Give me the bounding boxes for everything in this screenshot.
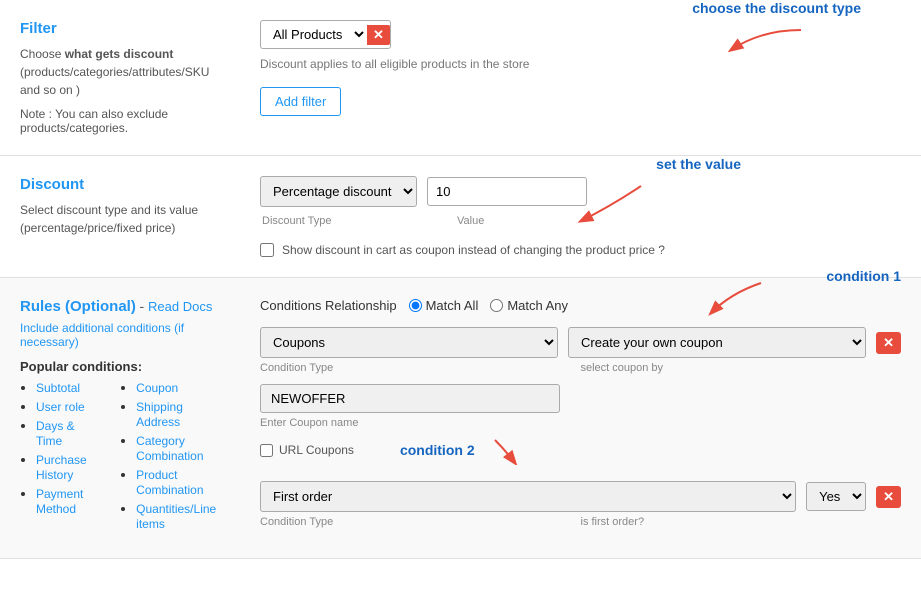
- match-all-label[interactable]: Match All: [409, 298, 479, 313]
- read-docs-link[interactable]: Read Docs: [148, 299, 212, 314]
- popular-col-2: Coupon Shipping Address Category Combina…: [120, 380, 220, 535]
- category-combination-link[interactable]: Category Combination: [136, 434, 203, 463]
- condition1-type-label: Condition Type: [260, 362, 581, 374]
- condition2-value-select[interactable]: Yes: [806, 482, 866, 511]
- discount-value-input[interactable]: [427, 177, 587, 206]
- filter-title: Filter: [20, 20, 220, 37]
- condition2-row: First order Yes ✕: [260, 481, 901, 512]
- filter-label-area: Filter Choose what gets discount (produc…: [0, 20, 240, 135]
- condition1-type-select[interactable]: Coupons: [260, 327, 558, 358]
- url-coupon-checkbox[interactable]: [260, 444, 273, 457]
- product-combination-link[interactable]: Product Combination: [136, 468, 203, 497]
- condition1-by-select[interactable]: Create your own coupon: [568, 327, 866, 358]
- rules-content: condition 1 Conditions Relationship Matc…: [240, 298, 921, 538]
- list-item: Days & Time: [36, 418, 100, 448]
- show-as-coupon-row: Show discount in cart as coupon instead …: [260, 243, 901, 257]
- add-filter-button[interactable]: Add filter: [260, 87, 341, 116]
- list-item: User role: [36, 399, 100, 414]
- discount-value-label: Value: [457, 215, 484, 227]
- arrow-condition2: [485, 435, 545, 465]
- all-products-select-wrapper: All Products ✕: [260, 20, 391, 49]
- filter-note: Note : You can also exclude products/cat…: [20, 107, 220, 135]
- show-as-coupon-label: Show discount in cart as coupon instead …: [282, 243, 665, 257]
- user-role-link[interactable]: User role: [36, 400, 85, 414]
- enter-coupon-label: Enter Coupon name: [260, 417, 901, 429]
- list-item: Purchase History: [36, 452, 100, 482]
- condition2-type-select[interactable]: First order: [260, 481, 796, 512]
- url-coupon-row: URL Coupons condition 2: [260, 435, 901, 465]
- condition2-remove-button[interactable]: ✕: [876, 486, 901, 508]
- list-item: Category Combination: [136, 433, 220, 463]
- list-item: Payment Method: [36, 486, 100, 516]
- popular-conditions-grid: Subtotal User role Days & Time Purchase …: [20, 380, 220, 535]
- days-time-link[interactable]: Days & Time: [36, 419, 75, 448]
- shipping-address-link[interactable]: Shipping Address: [136, 400, 183, 429]
- coupon-name-input[interactable]: [260, 384, 560, 413]
- discount-title: Discount: [20, 176, 220, 193]
- filter-hint: Discount applies to all eligible product…: [260, 57, 901, 71]
- rules-label-area: Rules (Optional) - Read Docs Include add…: [0, 298, 240, 535]
- condition1-labels: Condition Type select coupon by: [260, 362, 901, 374]
- purchase-history-link[interactable]: Purchase History: [36, 453, 87, 482]
- discount-content: Percentage discount Discount Type Value …: [240, 176, 921, 257]
- discount-type-label: Discount Type: [262, 215, 457, 227]
- clear-filter-button[interactable]: ✕: [367, 25, 390, 45]
- list-item: Quantities/Line items: [136, 501, 220, 531]
- annotation-set-value: set the value: [656, 156, 741, 172]
- list-item: Subtotal: [36, 380, 100, 395]
- list-item: Coupon: [136, 380, 220, 395]
- annotation-condition2: condition 2: [400, 442, 475, 458]
- url-coupon-label: URL Coupons: [279, 443, 354, 457]
- discount-type-select[interactable]: Percentage discount: [260, 176, 417, 207]
- match-any-radio[interactable]: [490, 299, 503, 312]
- coupon-name-area: [260, 384, 901, 413]
- condition2-labels: Condition Type is first order?: [260, 516, 901, 528]
- conditions-relationship-row: Conditions Relationship Match All Match …: [260, 298, 901, 313]
- list-item: Product Combination: [136, 467, 220, 497]
- payment-method-link[interactable]: Payment Method: [36, 487, 83, 516]
- discount-desc: Select discount type and its value (perc…: [20, 201, 220, 237]
- popular-conditions-title: Popular conditions:: [20, 359, 220, 374]
- all-products-select[interactable]: All Products: [261, 21, 367, 48]
- filter-content: All Products ✕ Discount applies to all e…: [240, 20, 921, 135]
- match-any-label[interactable]: Match Any: [490, 298, 568, 313]
- rules-title: Rules (Optional): [20, 298, 136, 315]
- condition2-value-label: is first order?: [581, 516, 902, 528]
- condition1-row: Coupons Create your own coupon ✕: [260, 327, 901, 358]
- annotation-choose-discount: choose the discount type: [692, 0, 861, 16]
- condition1-select-label: select coupon by: [581, 362, 902, 374]
- coupon-link[interactable]: Coupon: [136, 381, 178, 395]
- condition2-type-label: Condition Type: [260, 516, 581, 528]
- rules-subtitle: Include additional conditions (if necess…: [20, 321, 220, 349]
- show-as-coupon-checkbox[interactable]: [260, 243, 274, 257]
- list-item: Shipping Address: [136, 399, 220, 429]
- subtotal-link[interactable]: Subtotal: [36, 381, 80, 395]
- condition1-remove-button[interactable]: ✕: [876, 332, 901, 354]
- popular-col-1: Subtotal User role Days & Time Purchase …: [20, 380, 100, 535]
- filter-desc: Choose what gets discount (products/cate…: [20, 45, 220, 99]
- quantities-line-items-link[interactable]: Quantities/Line items: [136, 502, 216, 531]
- conditions-relationship-label: Conditions Relationship: [260, 298, 397, 313]
- match-all-radio[interactable]: [409, 299, 422, 312]
- discount-label-area: Discount Select discount type and its va…: [0, 176, 240, 257]
